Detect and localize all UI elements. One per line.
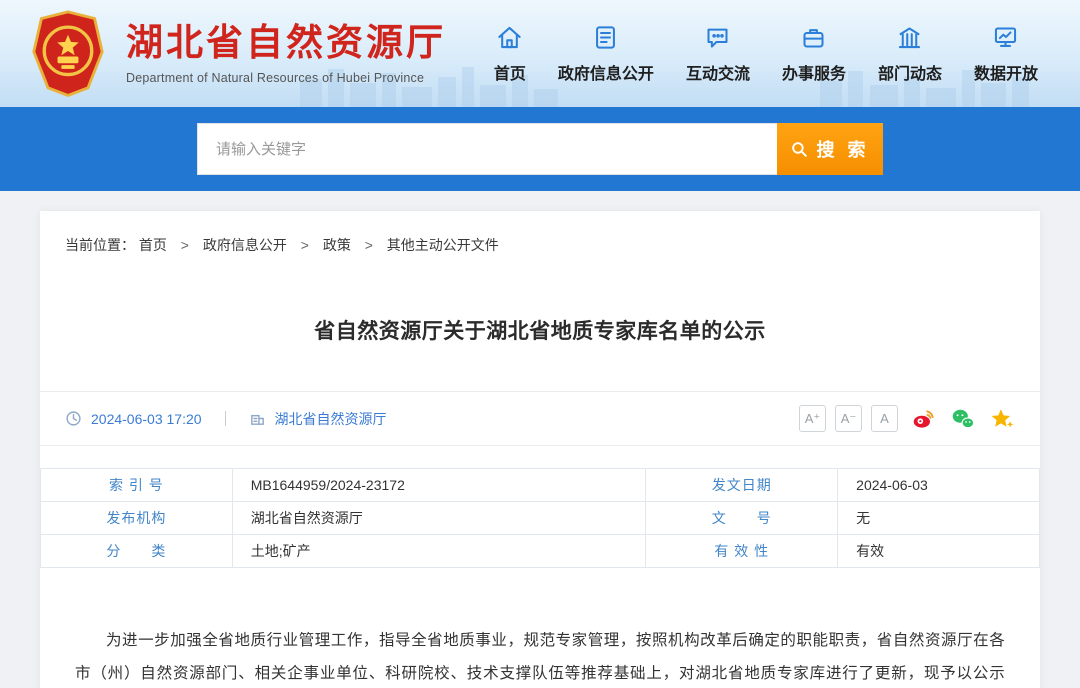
nav-item-open-data[interactable]: 数据开放: [974, 24, 1038, 84]
meta-label-doc-number: 文 号: [646, 502, 838, 535]
breadcrumb-separator: >: [301, 237, 309, 253]
breadcrumb-label: 当前位置：: [65, 237, 135, 253]
wechat-share-icon[interactable]: [950, 406, 976, 432]
chat-icon: [704, 24, 731, 51]
nav-item-label: 办事服务: [782, 60, 846, 84]
table-row: 索 引 号 MB1644959/2024-23172 发文日期 2024-06-…: [41, 469, 1040, 502]
nav-item-label: 互动交流: [686, 60, 750, 84]
meta-value-category: 土地;矿产: [232, 535, 646, 568]
brand: 湖北省自然资源厅 Department of Natural Resources…: [30, 10, 446, 98]
source-icon: [249, 410, 266, 427]
font-increase-button[interactable]: A⁺: [799, 405, 826, 432]
publish-time: 2024-06-03 17:20: [91, 411, 202, 427]
breadcrumb-item-gov-info[interactable]: 政府信息公开: [203, 237, 287, 253]
clock-icon: [65, 410, 82, 427]
article-source-link[interactable]: 湖北省自然资源厅: [275, 409, 387, 429]
search-icon: [790, 140, 809, 159]
site-header: 湖北省自然资源厅 Department of Natural Resources…: [0, 0, 1080, 107]
meta-label-category: 分 类: [41, 535, 233, 568]
nav-item-services[interactable]: 办事服务: [782, 24, 846, 84]
meta-label-issuer: 发布机构: [41, 502, 233, 535]
brand-text: 湖北省自然资源厅 Department of Natural Resources…: [126, 22, 446, 85]
nav-item-home[interactable]: 首页: [494, 24, 526, 84]
nav-item-gov-info[interactable]: 政府信息公开: [558, 24, 654, 84]
nav-item-label: 首页: [494, 60, 526, 84]
nav-item-label: 数据开放: [974, 60, 1038, 84]
site-title: 湖北省自然资源厅: [126, 22, 446, 65]
search-button[interactable]: 搜 索: [777, 123, 883, 175]
font-default-button[interactable]: A: [871, 405, 898, 432]
search-box: 搜 索: [197, 123, 883, 175]
breadcrumb: 当前位置： 首页 > 政府信息公开 > 政策 > 其他主动公开文件: [40, 211, 1040, 271]
building-icon: [896, 24, 923, 51]
content-card: 当前位置： 首页 > 政府信息公开 > 政策 > 其他主动公开文件 省自然资源厅…: [40, 211, 1040, 688]
table-row: 分 类 土地;矿产 有 效 性 有效: [41, 535, 1040, 568]
breadcrumb-separator: >: [181, 237, 189, 253]
breadcrumb-item-other-docs[interactable]: 其他主动公开文件: [387, 237, 499, 253]
breadcrumb-item-home[interactable]: 首页: [139, 237, 167, 253]
meta-value-doc-number: 无: [838, 502, 1040, 535]
site-subtitle: Department of Natural Resources of Hubei…: [126, 71, 446, 85]
data-monitor-icon: [992, 24, 1019, 51]
breadcrumb-item-policy[interactable]: 政策: [323, 237, 351, 253]
article-body: 为进一步加强全省地质行业管理工作，指导全省地质事业，规范专家管理，按照机构改革后…: [75, 624, 1005, 688]
article-meta-row: 2024-06-03 17:20 湖北省自然资源厅 A⁺ A⁻ A: [40, 391, 1040, 446]
national-emblem-logo: [30, 10, 106, 98]
meta-value-issuer: 湖北省自然资源厅: [232, 502, 646, 535]
briefcase-icon: [800, 24, 827, 51]
document-meta-table: 索 引 号 MB1644959/2024-23172 发文日期 2024-06-…: [40, 468, 1040, 568]
weibo-share-icon[interactable]: [911, 406, 937, 432]
nav-item-label: 政府信息公开: [558, 60, 654, 84]
font-decrease-button[interactable]: A⁻: [835, 405, 862, 432]
article-title: 省自然资源厅关于湖北省地质专家库名单的公示: [100, 315, 980, 345]
article-meta-tools: A⁺ A⁻ A: [799, 405, 1015, 432]
search-band: 搜 索: [0, 107, 1080, 191]
main-nav: 首页 政府信息公开 互动交流 办事服务: [494, 24, 1050, 84]
meta-label-validity: 有 效 性: [646, 535, 838, 568]
nav-item-interaction[interactable]: 互动交流: [686, 24, 750, 84]
home-icon: [496, 24, 523, 51]
meta-divider: [225, 411, 226, 426]
meta-label-index-no: 索 引 号: [41, 469, 233, 502]
favorite-star-icon[interactable]: [989, 406, 1015, 432]
meta-value-issue-date: 2024-06-03: [838, 469, 1040, 502]
table-row: 发布机构 湖北省自然资源厅 文 号 无: [41, 502, 1040, 535]
document-icon: [592, 24, 619, 51]
meta-label-issue-date: 发文日期: [646, 469, 838, 502]
breadcrumb-separator: >: [365, 237, 373, 253]
search-input[interactable]: [197, 123, 777, 175]
nav-item-department-news[interactable]: 部门动态: [878, 24, 942, 84]
meta-value-validity: 有效: [838, 535, 1040, 568]
meta-value-index-no: MB1644959/2024-23172: [232, 469, 646, 502]
article-meta-left: 2024-06-03 17:20 湖北省自然资源厅: [65, 409, 387, 429]
nav-item-label: 部门动态: [878, 60, 942, 84]
search-button-label: 搜 索: [816, 136, 869, 162]
